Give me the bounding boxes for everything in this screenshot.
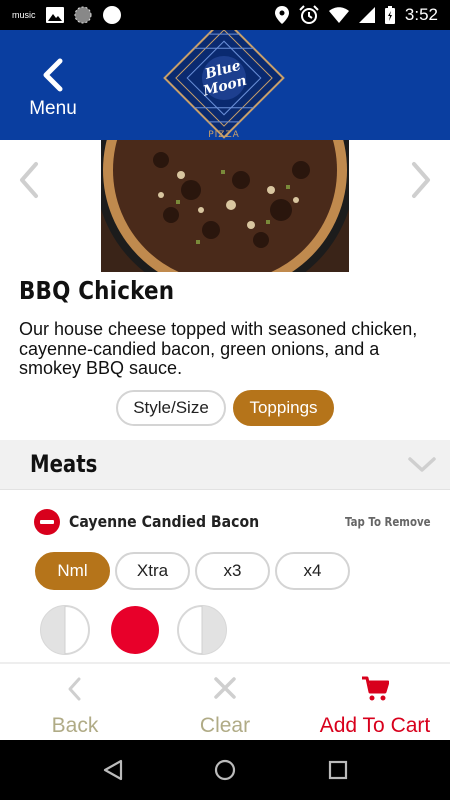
status-bar-right: 3:52	[274, 5, 438, 25]
clear-label: Clear	[199, 714, 251, 737]
right-half-portion-icon[interactable]	[176, 604, 228, 656]
amount-xtra-button[interactable]: Xtra	[115, 552, 190, 590]
amount-x4-button[interactable]: x4	[275, 552, 350, 590]
nav-home-icon[interactable]	[213, 758, 237, 782]
remove-icon[interactable]	[34, 509, 60, 535]
chevron-down-icon	[408, 457, 436, 472]
status-bar: music 3:52	[0, 0, 450, 30]
menu-button[interactable]: Menu	[18, 58, 88, 120]
topping-row: Cayenne Candied Bacon Tap To Remove	[0, 500, 450, 544]
chevron-left-icon	[43, 58, 63, 92]
blue-moon-logo[interactable]: Blue Moon PIZZA	[163, 17, 285, 140]
nav-recents-icon[interactable]	[326, 758, 350, 782]
product-carousel	[0, 140, 450, 272]
add-to-cart-button[interactable]: Add To Cart	[300, 664, 450, 740]
product-title: BBQ Chicken	[19, 276, 175, 305]
portion-options	[39, 604, 239, 656]
location-icon	[274, 6, 289, 24]
section-header-meats[interactable]: Meats	[0, 440, 450, 490]
clear-button[interactable]: Clear	[150, 664, 300, 740]
status-time: 3:52	[404, 5, 438, 24]
globe-icon	[74, 6, 92, 24]
amount-nml-button[interactable]: Nml	[35, 552, 110, 590]
android-nav-bar	[0, 740, 450, 800]
option-tabs: Style/Size Toppings	[116, 390, 334, 426]
wifi-icon	[328, 7, 349, 23]
cart-icon	[362, 676, 389, 701]
topping-name: Cayenne Candied Bacon	[69, 512, 260, 531]
section-title: Meats	[30, 450, 98, 478]
alarm-icon	[299, 5, 319, 24]
back-button[interactable]: Back	[0, 664, 150, 740]
image-icon	[45, 7, 64, 23]
tab-style-size[interactable]: Style/Size	[116, 390, 226, 426]
tap-to-remove-label[interactable]: Tap To Remove	[345, 515, 431, 529]
nav-back-icon[interactable]	[101, 758, 125, 782]
battery-icon	[384, 6, 395, 24]
chevron-left-icon	[68, 677, 81, 701]
logo-sub: PIZZA	[208, 130, 240, 140]
amount-x3-button[interactable]: x3	[195, 552, 270, 590]
add-to-cart-label: Add To Cart	[319, 714, 431, 737]
amount-options: Nml Xtra x3 x4	[35, 552, 350, 590]
pizza-image	[101, 140, 349, 272]
status-bar-left: music	[12, 5, 122, 25]
app-root: music 3:52 Menu Blue Moon PIZZA BBQ Chic…	[0, 0, 450, 800]
carousel-prev-icon[interactable]	[14, 160, 44, 200]
carousel-next-icon[interactable]	[406, 160, 436, 200]
circle-icon	[102, 6, 121, 24]
signal-icon	[358, 7, 375, 23]
close-icon	[214, 677, 236, 699]
amazon-music-icon: music	[12, 9, 36, 20]
menu-label: Menu	[29, 98, 77, 119]
back-label: Back	[51, 714, 99, 737]
app-header: Menu Blue Moon PIZZA	[0, 17, 450, 140]
tab-toppings[interactable]: Toppings	[233, 390, 334, 426]
left-half-portion-icon[interactable]	[39, 604, 91, 656]
product-description: Our house cheese topped with seasoned ch…	[19, 319, 418, 378]
bottom-action-bar: Back Clear Add To Cart	[0, 664, 450, 740]
whole-portion-icon[interactable]	[109, 604, 161, 656]
